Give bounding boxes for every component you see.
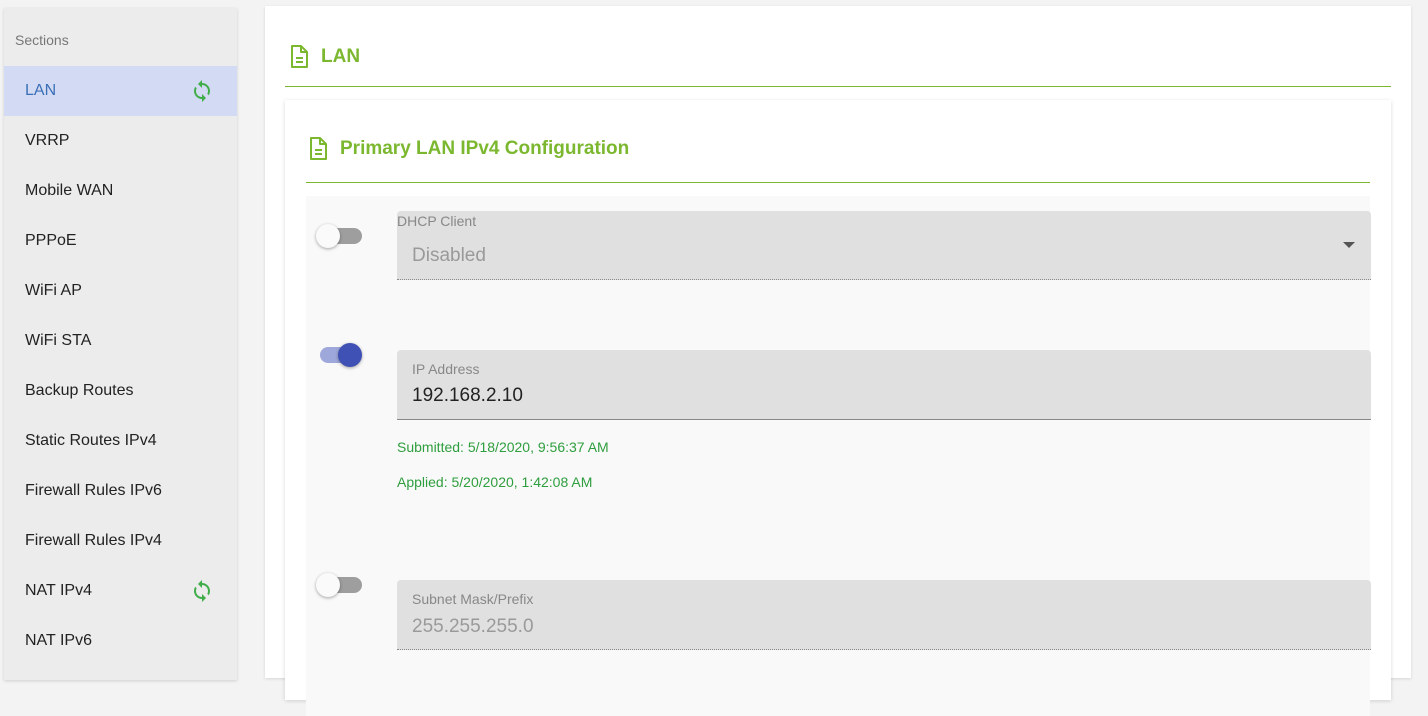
sidebar-item-label: VRRP [25,132,70,149]
toggle-knob [316,573,340,597]
dhcp-client-value: Disabled [412,245,486,266]
dhcp-client-select[interactable]: DHCP Client Disabled [397,211,1371,280]
section-divider [285,86,1391,87]
toggle-knob [316,224,340,248]
applied-status: Applied: 5/20/2020, 1:42:08 AM [397,474,593,490]
form-area: DHCP Client Disabled IP Address 192.168.… [306,196,1371,716]
card-divider [306,182,1370,183]
section-title-text: LAN [321,46,361,67]
sidebar-item-wifi-ap[interactable]: WiFi AP [4,266,237,316]
chevron-down-icon [1343,242,1355,248]
sidebar-item-static-routes-ipv4[interactable]: Static Routes IPv4 [4,416,237,466]
document-icon [310,137,327,160]
ip-address-value: 192.168.2.10 [412,385,523,406]
dhcp-client-toggle[interactable] [316,220,366,250]
card-title-text: Primary LAN IPv4 Configuration [340,138,630,159]
ip-address-toggle[interactable] [316,339,366,369]
sync-icon [194,80,210,102]
config-card: Primary LAN IPv4 Configuration DHCP Clie… [285,100,1391,716]
sidebar-item-pppoe[interactable]: PPPoE [4,216,237,266]
submitted-status: Submitted: 5/18/2020, 9:56:37 AM [397,439,609,455]
sidebar-item-label: LAN [25,82,57,99]
card-title: Primary LAN IPv4 Configuration [306,136,629,162]
toggle-knob [338,343,362,367]
sidebar-item-label: PPPoE [25,232,77,249]
ip-address-field[interactable]: IP Address 192.168.2.10 [397,350,1371,420]
section-title: LAN [287,44,360,70]
ip-address-label: IP Address [412,361,480,377]
subnet-mask-label: Subnet Mask/Prefix [412,591,534,607]
sidebar-item-wifi-sta[interactable]: WiFi STA [4,316,237,366]
subnet-mask-field[interactable]: Subnet Mask/Prefix 255.255.255.0 [397,580,1371,650]
main-panel: LAN Primary LAN IPv4 Configuration DHCP … [265,6,1411,716]
sidebar-item-label: Static Routes IPv4 [25,432,157,449]
sidebar-item-backup-routes[interactable]: Backup Routes [4,366,237,416]
sidebar-item-label: WiFi AP [25,282,82,299]
sidebar-item-mobile-wan[interactable]: Mobile WAN [4,166,237,216]
sidebar-item-vrrp[interactable]: VRRP [4,116,237,166]
sidebar-item-label: Firewall Rules IPv6 [25,482,162,499]
sections-sidebar: Sections LAN VRRP Mobile WAN PPPoE WiFi … [4,8,237,680]
sidebar-item-nat-ipv4[interactable]: NAT IPv4 [4,566,237,616]
dhcp-client-label: DHCP Client [397,213,477,229]
sidebar-item-label: Firewall Rules IPv4 [25,532,162,549]
sidebar-header: Sections [15,32,69,48]
sidebar-item-label: Mobile WAN [25,182,114,199]
sidebar-item-firewall-rules-ipv6[interactable]: Firewall Rules IPv6 [4,466,237,516]
sidebar-item-label: WiFi STA [25,332,92,349]
sidebar-item-label: Backup Routes [25,382,134,399]
document-icon [291,45,308,68]
sidebar-item-nat-ipv6[interactable]: NAT IPv6 [4,616,237,666]
sync-icon [194,580,210,602]
sidebar-item-label: NAT IPv6 [25,632,92,649]
sidebar-item-lan[interactable]: LAN [4,66,237,116]
sidebar-item-label: NAT IPv4 [25,582,92,599]
sidebar-item-firewall-rules-ipv4[interactable]: Firewall Rules IPv4 [4,516,237,566]
subnet-mask-toggle[interactable] [316,569,366,599]
sidebar-list: LAN VRRP Mobile WAN PPPoE WiFi AP WiFi S… [4,66,237,666]
subnet-mask-value: 255.255.255.0 [412,616,534,637]
